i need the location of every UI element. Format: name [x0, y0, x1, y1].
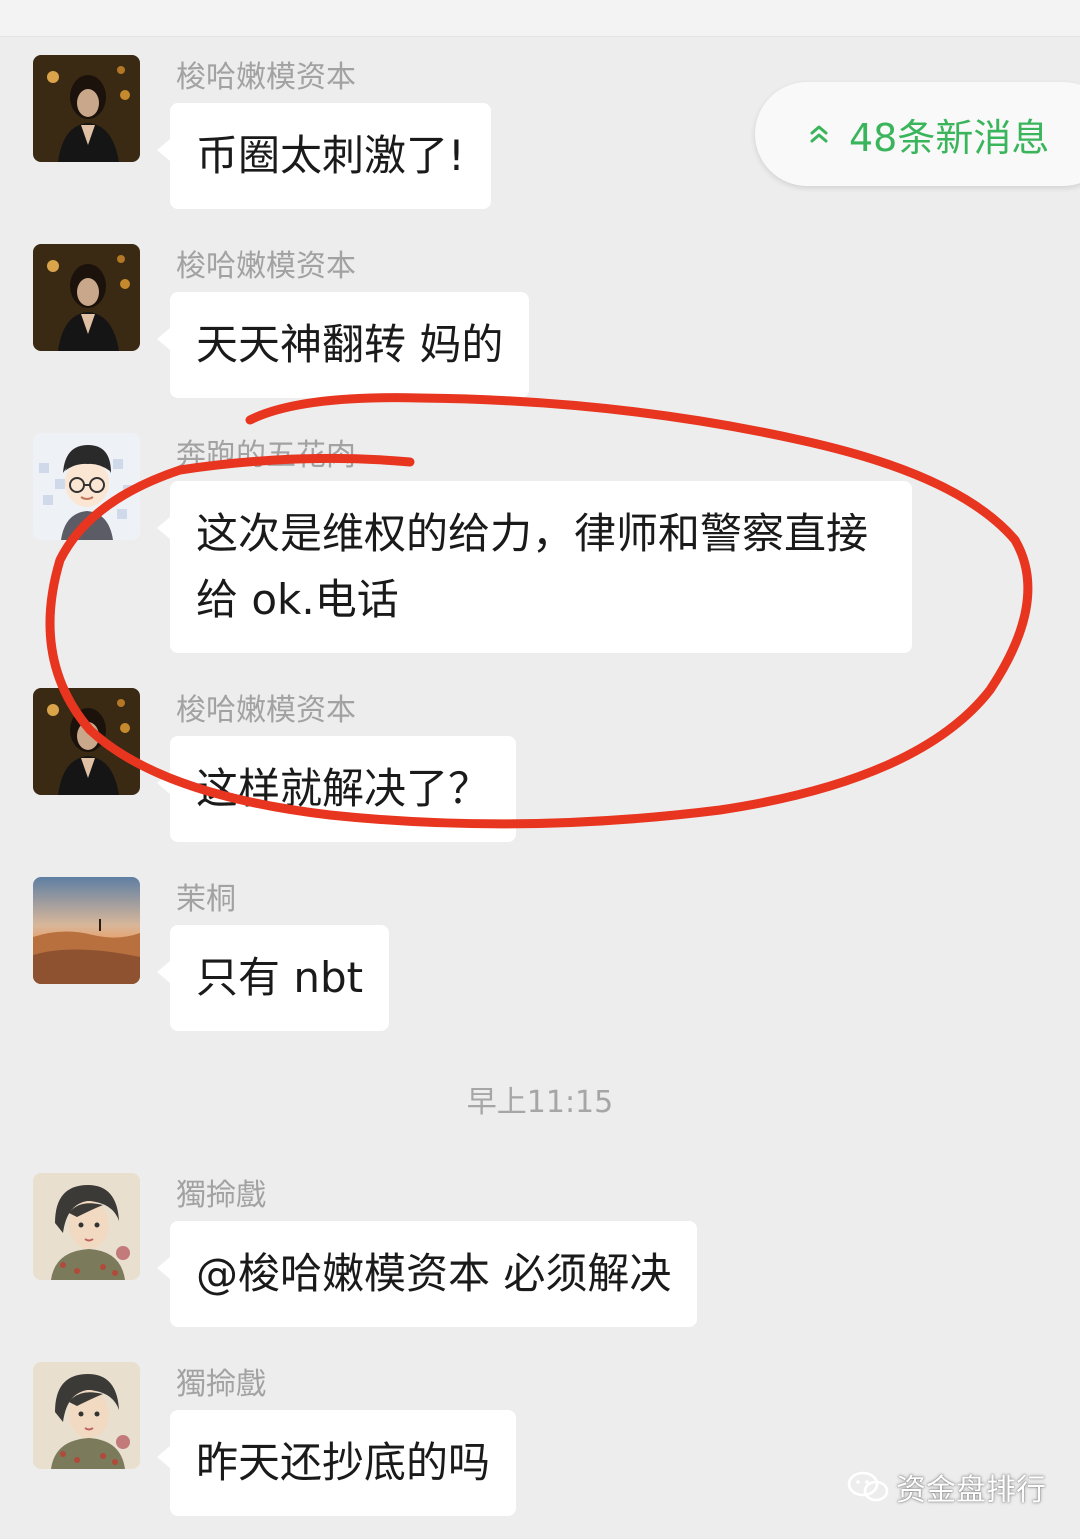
message-bubble[interactable]: 币圈太刺激了! — [157, 103, 491, 209]
watermark: 资金盘排行 — [846, 1465, 1046, 1509]
new-messages-button[interactable]: 48条新消息 — [755, 82, 1080, 186]
message-bubble[interactable]: 这次是维权的给力，律师和警察直接给 ok.电话 — [157, 481, 912, 653]
avatar[interactable] — [33, 1173, 140, 1280]
message-bubble[interactable]: 只有 nbt — [156, 925, 390, 1031]
sender-name: 梭哈嫩模资本 — [176, 249, 356, 284]
message-bubble[interactable]: 天天神翻转 妈的 — [156, 292, 530, 398]
double-chevron-up-icon — [810, 125, 828, 143]
message-bubble[interactable]: 昨天还抄底的吗 — [156, 1410, 517, 1516]
avatar[interactable] — [33, 688, 140, 795]
avatar[interactable] — [33, 877, 140, 984]
timestamp: 早上11:15 — [466, 1085, 614, 1120]
sender-name: 奔跑的五花肉 — [176, 438, 356, 473]
watermark-label: 资金盘排行 — [896, 1473, 1046, 1508]
sender-name: 梭哈嫩模资本 — [176, 693, 356, 728]
wechat-official-account-icon — [847, 1471, 889, 1502]
avatar[interactable] — [33, 1362, 140, 1469]
new-messages-label: 48条新消息 — [849, 115, 1050, 160]
avatar[interactable] — [33, 244, 140, 351]
sender-name: 茉桐 — [176, 882, 236, 917]
message-bubble[interactable]: @梭哈嫩模资本 必须解决 — [156, 1221, 698, 1327]
top-edge — [0, 0, 1080, 37]
sender-name: 獨掵戲 — [176, 1367, 266, 1402]
sender-name: 獨掵戲 — [176, 1178, 266, 1213]
avatar[interactable] — [33, 433, 140, 540]
sender-name: 梭哈嫩模资本 — [176, 60, 356, 95]
avatar[interactable] — [33, 55, 140, 162]
chat-window: 梭哈嫩模资本 币圈太刺激了! 梭哈嫩模资本 天天神翻转 妈的 奔跑的五花肉 这次… — [0, 0, 1080, 1539]
message-bubble[interactable]: 这样就解决了？ — [156, 736, 517, 842]
